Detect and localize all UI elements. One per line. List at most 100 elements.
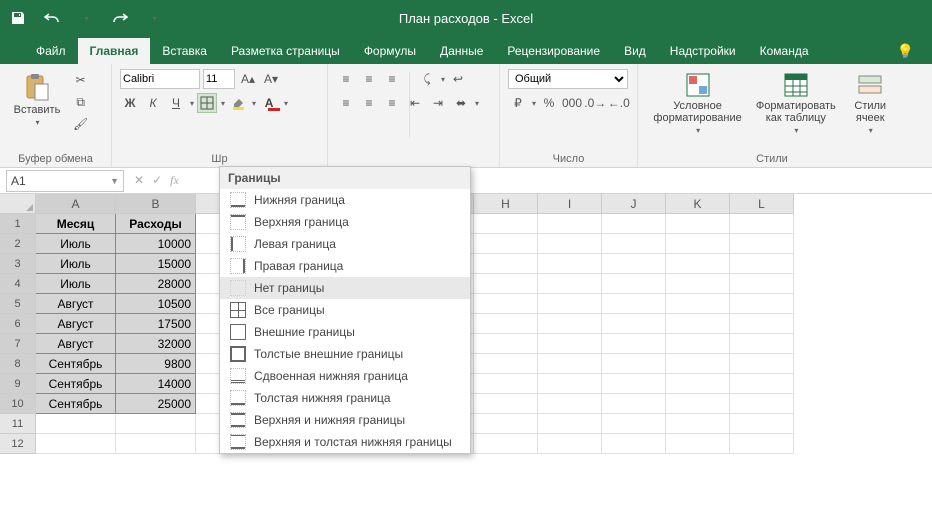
borders-menu-item[interactable]: Нет границы [220, 277, 470, 299]
cell[interactable] [474, 434, 538, 454]
cell[interactable]: Расходы [116, 214, 196, 234]
cell[interactable]: 32000 [116, 334, 196, 354]
qat-customize-icon[interactable]: ▾ [144, 8, 164, 28]
cell[interactable] [666, 274, 730, 294]
conditional-formatting-button[interactable]: Условное форматирование▾ [646, 68, 749, 135]
borders-menu-item[interactable]: Правая граница [220, 255, 470, 277]
cell[interactable] [116, 434, 196, 454]
copy-icon[interactable]: ⧉ [70, 92, 91, 112]
column-header[interactable]: H [474, 194, 538, 214]
cell[interactable] [602, 294, 666, 314]
column-header[interactable]: A [36, 194, 116, 214]
cell[interactable] [538, 294, 602, 314]
fx-icon[interactable]: fx [170, 173, 179, 188]
cell[interactable] [36, 414, 116, 434]
cell[interactable] [602, 214, 666, 234]
cell[interactable]: 15000 [116, 254, 196, 274]
tab-home[interactable]: Главная [78, 38, 151, 64]
cell[interactable] [474, 234, 538, 254]
select-all-corner[interactable] [0, 194, 36, 214]
cell[interactable] [474, 254, 538, 274]
row-header[interactable]: 5 [0, 294, 36, 314]
cell[interactable] [538, 234, 602, 254]
cell[interactable] [730, 354, 794, 374]
orientation-icon[interactable]: ⤹ [417, 69, 437, 89]
cell[interactable]: 25000 [116, 394, 196, 414]
cell[interactable] [730, 374, 794, 394]
cell[interactable] [474, 314, 538, 334]
cell[interactable]: 28000 [116, 274, 196, 294]
cell[interactable] [36, 434, 116, 454]
cell[interactable] [602, 334, 666, 354]
cell[interactable] [730, 394, 794, 414]
row-header[interactable]: 11 [0, 414, 36, 434]
format-as-table-button[interactable]: Форматировать как таблицу▾ [749, 68, 842, 135]
comma-format-icon[interactable]: 000 [562, 93, 582, 113]
cell[interactable] [474, 414, 538, 434]
cell[interactable]: 9800 [116, 354, 196, 374]
cell[interactable] [666, 254, 730, 274]
cut-icon[interactable]: ✂ [70, 70, 91, 90]
font-size-input[interactable] [203, 69, 235, 89]
cell[interactable] [730, 434, 794, 454]
cell[interactable] [730, 274, 794, 294]
cell[interactable]: Сентябрь [36, 354, 116, 374]
cell[interactable] [730, 294, 794, 314]
cell[interactable] [538, 394, 602, 414]
cell[interactable]: Август [36, 314, 116, 334]
cell[interactable] [538, 354, 602, 374]
cell[interactable] [474, 214, 538, 234]
percent-format-icon[interactable]: % [539, 93, 559, 113]
merge-center-icon[interactable]: ⬌ [451, 93, 471, 113]
tab-view[interactable]: Вид [612, 38, 658, 64]
decrease-indent-icon[interactable]: ⇤ [405, 93, 425, 113]
cell[interactable] [666, 234, 730, 254]
cell[interactable] [538, 434, 602, 454]
cell[interactable]: 17500 [116, 314, 196, 334]
row-header[interactable]: 12 [0, 434, 36, 454]
cell[interactable] [538, 314, 602, 334]
column-header[interactable]: J [602, 194, 666, 214]
align-right-icon[interactable]: ≡ [382, 93, 402, 113]
enter-formula-icon[interactable]: ✓ [152, 173, 162, 188]
tab-insert[interactable]: Вставка [150, 38, 219, 64]
cell[interactable] [730, 214, 794, 234]
row-header[interactable]: 7 [0, 334, 36, 354]
cell[interactable] [666, 294, 730, 314]
cell-styles-button[interactable]: Стили ячеек▾ [842, 68, 898, 135]
accounting-format-icon[interactable]: ₽ [508, 93, 528, 113]
column-header[interactable]: L [730, 194, 794, 214]
number-format-select[interactable]: Общий [508, 69, 628, 89]
row-header[interactable]: 3 [0, 254, 36, 274]
undo-icon[interactable] [42, 8, 62, 28]
cell[interactable] [666, 414, 730, 434]
cell[interactable] [730, 414, 794, 434]
tell-me-icon[interactable]: 💡 [897, 43, 914, 64]
bold-button[interactable]: Ж [120, 93, 140, 113]
borders-menu-item[interactable]: Толстая нижняя граница [220, 387, 470, 409]
column-header[interactable]: K [666, 194, 730, 214]
row-header[interactable]: 2 [0, 234, 36, 254]
cell[interactable] [666, 434, 730, 454]
cell[interactable]: Июль [36, 234, 116, 254]
undo-dropdown-icon[interactable]: ▾ [76, 8, 96, 28]
cell[interactable] [602, 234, 666, 254]
borders-menu-item[interactable]: Верхняя граница [220, 211, 470, 233]
redo-icon[interactable] [110, 8, 130, 28]
cell[interactable] [474, 394, 538, 414]
borders-menu-item[interactable]: Внешние границы [220, 321, 470, 343]
cell[interactable] [538, 214, 602, 234]
cell[interactable] [538, 334, 602, 354]
borders-button[interactable] [197, 93, 217, 113]
cell[interactable]: 10000 [116, 234, 196, 254]
borders-menu-item[interactable]: Нижняя граница [220, 189, 470, 211]
cell[interactable] [474, 274, 538, 294]
tab-addins[interactable]: Надстройки [658, 38, 748, 64]
name-box[interactable]: A1 ▼ [6, 170, 124, 192]
cell[interactable] [538, 254, 602, 274]
increase-decimal-icon[interactable]: .0→ [585, 93, 605, 113]
align-bottom-icon[interactable]: ≡ [382, 69, 402, 89]
format-painter-icon[interactable]: 🖌 [70, 114, 91, 134]
cell[interactable] [602, 274, 666, 294]
cell[interactable] [602, 414, 666, 434]
